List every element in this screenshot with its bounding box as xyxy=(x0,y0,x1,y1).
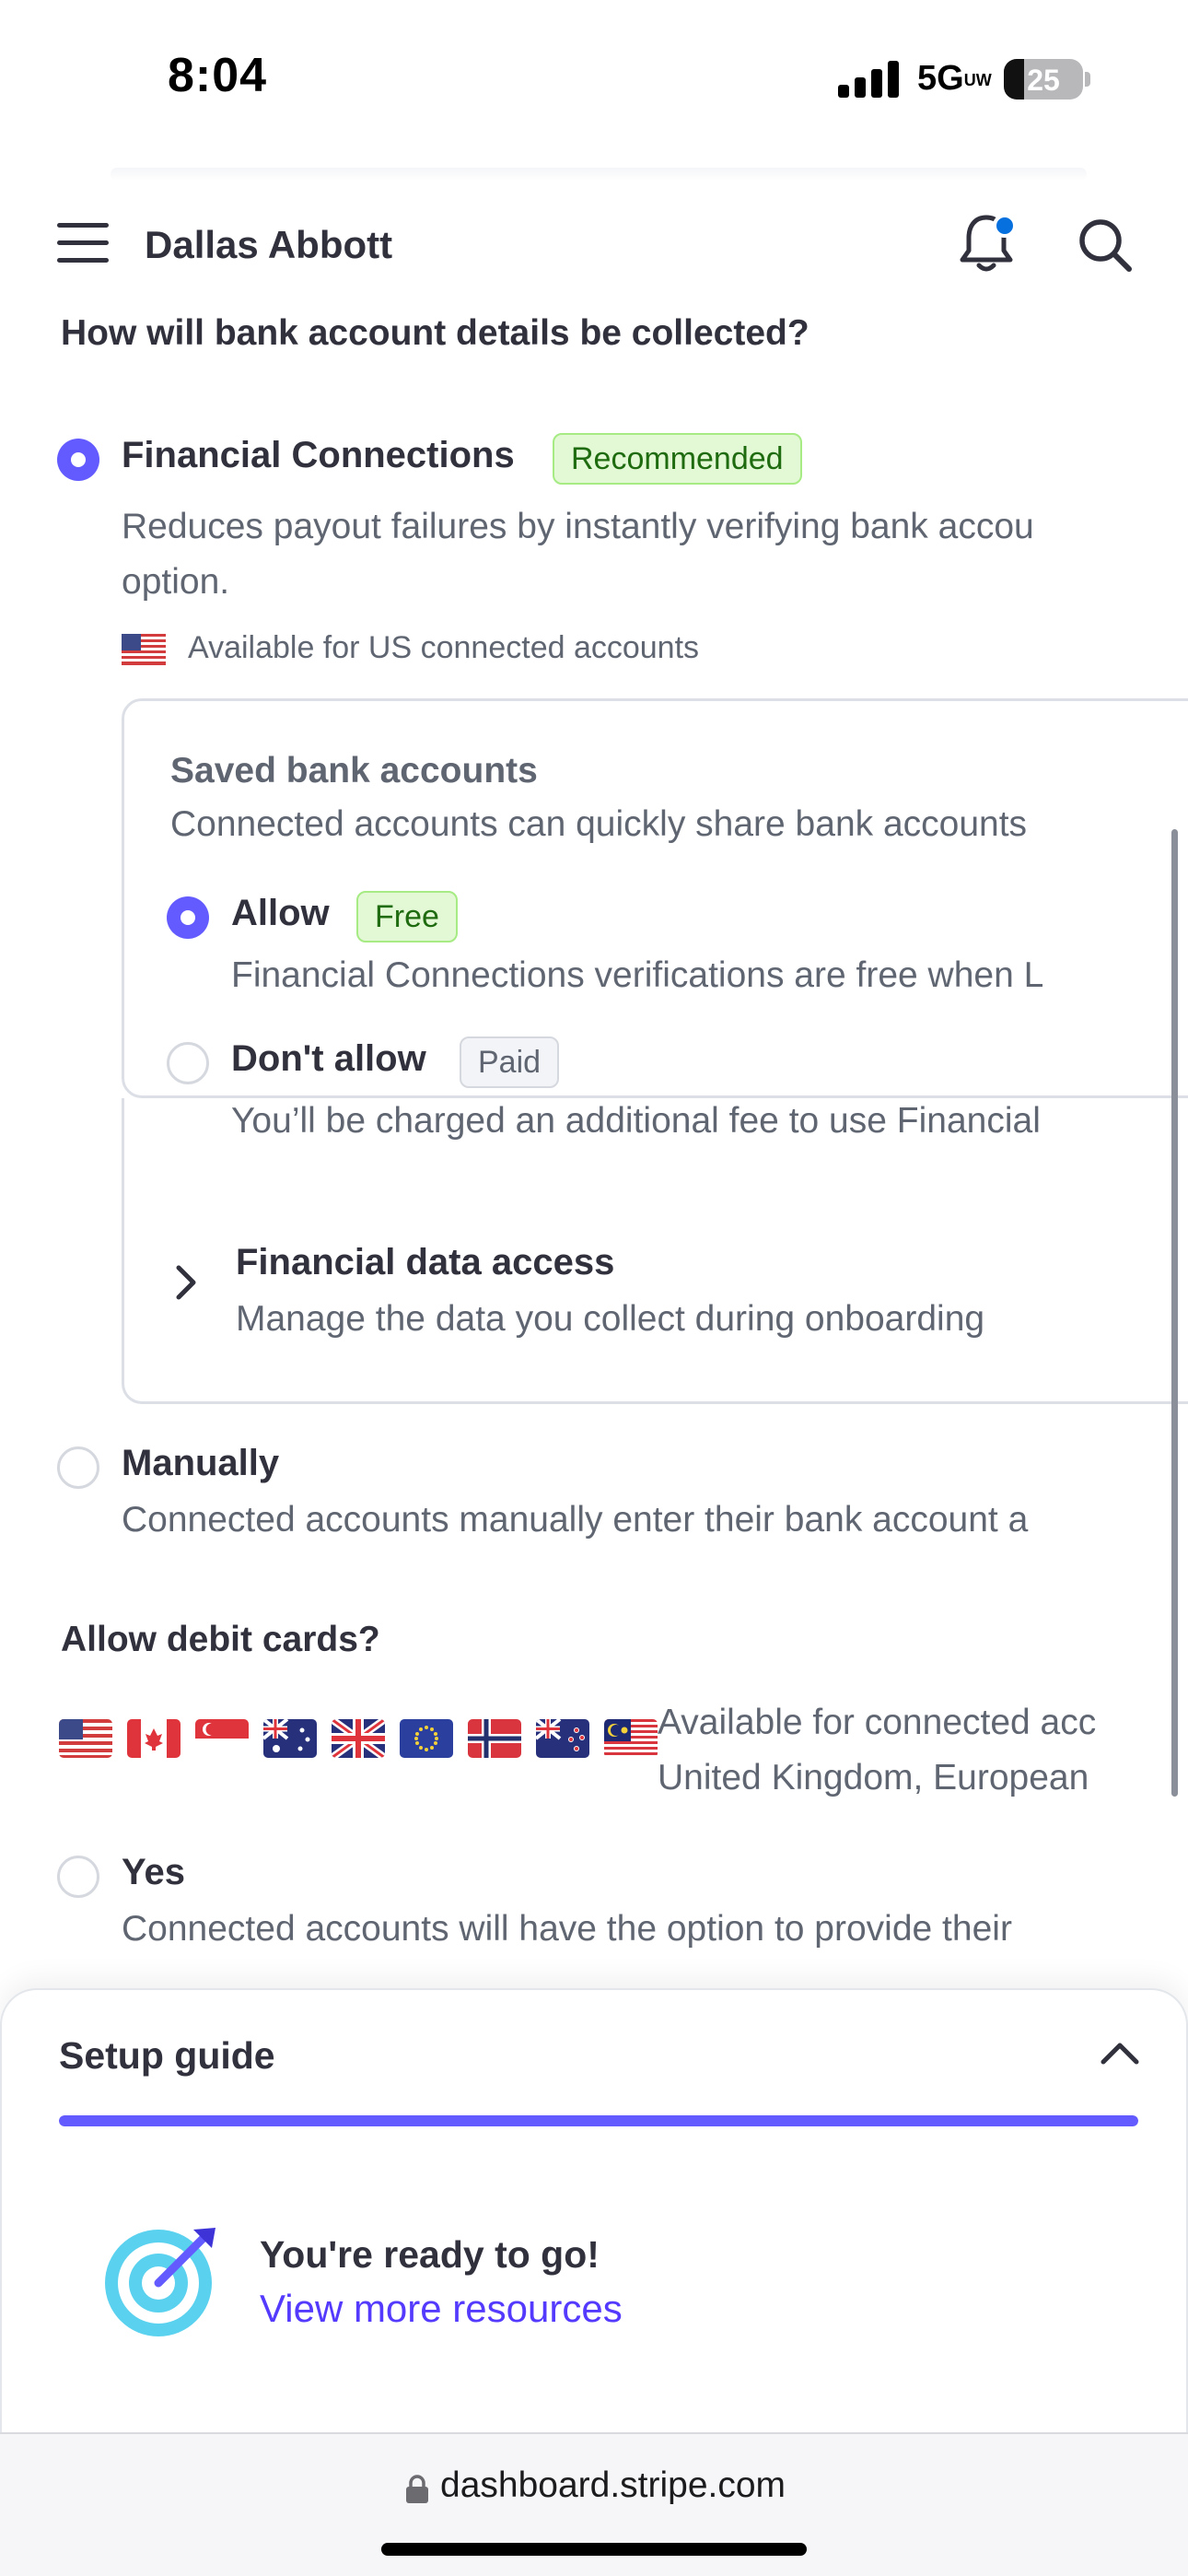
financial-connections-description: Reduces payout failures by instantly ver… xyxy=(122,507,1034,546)
url-text[interactable]: dashboard.stripe.com xyxy=(440,2465,786,2506)
status-bar: 8:04 5GUW 25 xyxy=(0,0,1188,157)
financial-connections-label[interactable]: Financial Connections xyxy=(122,435,515,476)
saved-bank-accounts-title: Saved bank accounts xyxy=(170,751,538,790)
eu-flag-icon xyxy=(400,1719,453,1758)
us-flag-icon xyxy=(59,1719,112,1758)
allow-label[interactable]: Allow xyxy=(231,893,330,934)
debit-availability-line1: Available for connected acc xyxy=(658,1703,1097,1742)
setup-guide-panel: Setup guide You're ready to go! View mor… xyxy=(0,1988,1188,2432)
paid-badge: Paid xyxy=(460,1036,560,1088)
dont-allow-label[interactable]: Don't allow xyxy=(231,1038,426,1080)
dont-allow-radio[interactable] xyxy=(167,1042,209,1084)
manually-description: Connected accounts manually enter their … xyxy=(122,1500,1029,1540)
header-divider xyxy=(111,168,1087,181)
debit-yes-label[interactable]: Yes xyxy=(122,1852,185,1893)
saved-bank-accounts-description: Connected accounts can quickly share ban… xyxy=(170,804,1028,844)
dont-allow-description: You’ll be charged an additional fee to u… xyxy=(231,1101,1041,1141)
au-flag-icon xyxy=(263,1719,317,1758)
cellular-signal-icon xyxy=(838,61,899,98)
scrollbar[interactable] xyxy=(1171,829,1178,1797)
uk-flag-icon xyxy=(332,1719,385,1758)
setup-guide-title[interactable]: Setup guide xyxy=(59,2034,275,2078)
chevron-up-icon[interactable] xyxy=(1098,2034,1142,2071)
us-flag-icon xyxy=(122,634,166,665)
target-icon xyxy=(105,2228,215,2336)
battery-level: 25 xyxy=(1027,64,1060,97)
notification-dot xyxy=(993,214,1017,238)
view-more-resources-link[interactable]: View more resources xyxy=(260,2287,623,2331)
allow-description: Financial Connections verifications are … xyxy=(231,955,1044,995)
home-indicator[interactable] xyxy=(381,2543,807,2556)
bank-details-question: How will bank account details be collect… xyxy=(61,313,809,353)
app-header: Dallas Abbott xyxy=(0,157,1188,332)
debit-availability-line2: United Kingdom, European xyxy=(658,1758,1089,1797)
free-badge: Free xyxy=(356,891,458,943)
ca-flag-icon xyxy=(127,1719,181,1758)
financial-connections-description-cont: option. xyxy=(122,562,230,602)
debit-yes-radio[interactable] xyxy=(57,1856,99,1898)
nz-flag-icon xyxy=(536,1719,589,1758)
manually-label[interactable]: Manually xyxy=(122,1443,279,1484)
settings-content: How will bank account details be collect… xyxy=(0,313,1188,1990)
financial-connections-radio[interactable] xyxy=(57,439,99,481)
lock-icon xyxy=(406,2475,428,2503)
chevron-right-icon[interactable] xyxy=(168,1262,204,1303)
status-time: 8:04 xyxy=(168,49,268,102)
battery-cap xyxy=(1085,72,1090,87)
network-suffix: UW xyxy=(963,70,992,89)
saved-bank-accounts-card: Saved bank accounts Connected accounts c… xyxy=(122,698,1188,1141)
network-label: 5G xyxy=(917,59,964,98)
network-type: 5GUW xyxy=(917,59,992,99)
debit-yes-description: Connected accounts will have the option … xyxy=(122,1909,1012,1949)
no-flag-icon xyxy=(468,1719,521,1758)
manually-radio[interactable] xyxy=(57,1446,99,1489)
battery-icon: 25 xyxy=(1004,59,1083,100)
ready-title: You're ready to go! xyxy=(260,2233,600,2276)
account-name[interactable]: Dallas Abbott xyxy=(145,223,392,267)
my-flag-icon xyxy=(604,1719,658,1758)
search-icon[interactable] xyxy=(1076,216,1135,275)
sg-flag-icon xyxy=(195,1719,249,1758)
financial-data-access-description: Manage the data you collect during onboa… xyxy=(236,1299,985,1339)
hamburger-menu-icon[interactable] xyxy=(57,223,109,263)
allow-radio[interactable] xyxy=(167,896,209,939)
financial-data-access-link[interactable]: Financial data access xyxy=(236,1242,614,1283)
debit-cards-question: Allow debit cards? xyxy=(61,1620,380,1659)
us-availability-note: Available for US connected accounts xyxy=(188,630,700,665)
recommended-badge: Recommended xyxy=(553,433,802,485)
browser-address-bar[interactable]: dashboard.stripe.com xyxy=(0,2432,1188,2576)
setup-progress-bar xyxy=(59,2115,1138,2126)
setup-progress-fill xyxy=(59,2115,1138,2126)
